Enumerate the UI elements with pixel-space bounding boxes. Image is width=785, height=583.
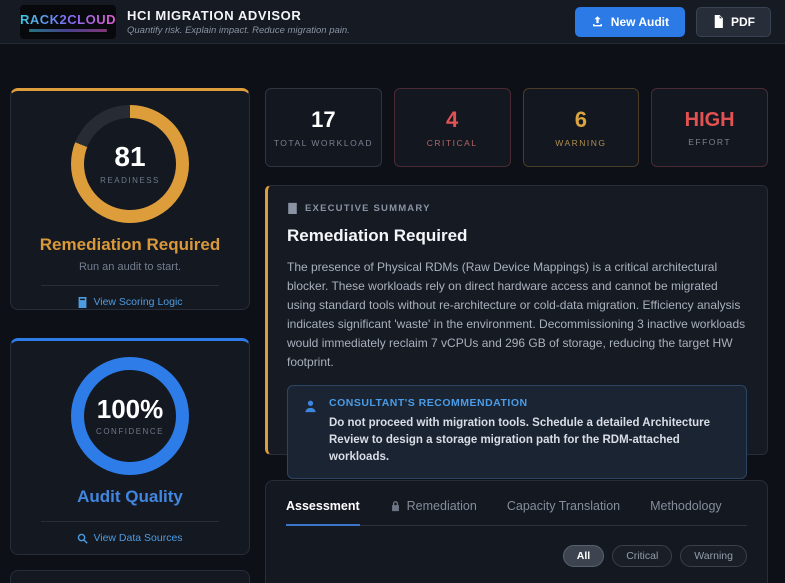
- stat-value-critical: 4: [446, 107, 459, 132]
- title-block: HCI MIGRATION ADVISOR Quantify risk. Exp…: [127, 8, 350, 36]
- new-audit-button[interactable]: New Audit: [574, 6, 685, 37]
- readiness-score: 81: [114, 141, 146, 172]
- confidence-score-label: CONFIDENCE: [96, 427, 164, 436]
- readiness-hint: Run an audit to start.: [78, 261, 182, 273]
- search-icon: [77, 533, 89, 544]
- executive-summary-card: EXECUTIVE SUMMARY Remediation Required T…: [265, 185, 768, 480]
- view-data-sources-label: View Data Sources: [93, 532, 183, 544]
- pdf-button[interactable]: PDF: [696, 6, 771, 37]
- stat-label-total: TOTAL WORKLOAD: [273, 138, 373, 148]
- summary-title: Remediation Required: [287, 226, 468, 245]
- consultant-icon: [303, 399, 318, 414]
- readiness-status: Remediation Required: [39, 235, 221, 254]
- stat-label-effort: EFFORT: [688, 137, 732, 147]
- readiness-card: 81 READINESS Remediation Required Run an…: [10, 88, 250, 310]
- readiness-gauge: 81 READINESS: [71, 105, 189, 223]
- stat-value-total: 17: [311, 107, 336, 132]
- tab-bar: Assessment Remediation Capacity Translat…: [286, 499, 747, 526]
- stat-card-effort: HIGH EFFORT: [651, 88, 768, 167]
- app-root: RACK2CLOUD HCI MIGRATION ADVISOR Quantif…: [0, 0, 785, 583]
- audit-quality-status: Audit Quality: [77, 487, 183, 506]
- new-audit-label: New Audit: [610, 14, 669, 29]
- confidence-gauge: 100% CONFIDENCE: [71, 357, 189, 475]
- brand-logo-tagline: [29, 28, 107, 32]
- filter-all[interactable]: All: [562, 545, 605, 567]
- upload-icon: [591, 15, 604, 28]
- page-title: HCI MIGRATION ADVISOR: [127, 7, 302, 23]
- calculator-icon: [77, 296, 88, 308]
- readiness-gauge-center: 81 READINESS: [84, 118, 176, 210]
- executive-summary-label: EXECUTIVE SUMMARY: [305, 202, 431, 214]
- brand-logo-text: RACK2CLOUD: [20, 11, 116, 27]
- stat-value-effort: HIGH: [684, 109, 735, 131]
- pdf-label: PDF: [731, 14, 755, 29]
- lock-icon: [390, 500, 401, 512]
- main-column: 17 TOTAL WORKLOAD 4 CRITICAL 6 WARNING H…: [265, 88, 768, 583]
- recommendation-body: Do not proceed with migration tools. Sch…: [329, 416, 711, 464]
- severity-filters: All Critical Warning: [286, 545, 747, 567]
- main-content: 81 READINESS Remediation Required Run an…: [0, 44, 785, 583]
- summary-body: The presence of Physical RDMs (Raw Devic…: [287, 260, 746, 369]
- stats-row: 17 TOTAL WORKLOAD 4 CRITICAL 6 WARNING H…: [265, 88, 768, 167]
- next-card-partial: [10, 570, 250, 583]
- stat-label-warning: WARNING: [555, 138, 607, 148]
- executive-summary-eyebrow: EXECUTIVE SUMMARY: [287, 202, 748, 214]
- consultant-recommendation-content: CONSULTANT'S RECOMMENDATION Do not proce…: [329, 397, 731, 467]
- filter-warning[interactable]: Warning: [680, 545, 747, 567]
- stat-value-warning: 6: [574, 107, 587, 132]
- confidence-score: 100%: [96, 394, 164, 424]
- page-subtitle: Quantify risk. Explain impact. Reduce mi…: [127, 24, 350, 36]
- tab-remediation-label: Remediation: [406, 499, 477, 513]
- tab-methodology-label: Methodology: [650, 499, 722, 513]
- stat-card-critical: 4 CRITICAL: [393, 88, 511, 167]
- divider: [41, 521, 219, 522]
- view-scoring-logic-label: View Scoring Logic: [93, 296, 183, 308]
- pdf-icon: [712, 15, 724, 28]
- tab-methodology[interactable]: Methodology: [650, 499, 722, 526]
- detail-tabs-card: Assessment Remediation Capacity Translat…: [265, 480, 768, 583]
- app-header: RACK2CLOUD HCI MIGRATION ADVISOR Quantif…: [0, 0, 785, 44]
- audit-quality-card: 100% CONFIDENCE Audit Quality View Data …: [10, 338, 250, 555]
- filter-critical[interactable]: Critical: [612, 545, 673, 567]
- sidebar: 81 READINESS Remediation Required Run an…: [10, 88, 250, 583]
- stat-card-total-workload: 17 TOTAL WORKLOAD: [265, 88, 382, 167]
- divider: [41, 285, 219, 286]
- clipboard-icon: [287, 202, 298, 214]
- tab-capacity-translation-label: Capacity Translation: [506, 499, 621, 513]
- stat-label-critical: CRITICAL: [426, 138, 478, 148]
- tab-assessment[interactable]: Assessment: [286, 499, 360, 526]
- tab-remediation[interactable]: Remediation: [390, 499, 477, 526]
- readiness-score-label: READINESS: [100, 176, 160, 185]
- tab-assessment-label: Assessment: [286, 499, 360, 513]
- confidence-gauge-center: 100% CONFIDENCE: [84, 370, 176, 462]
- tab-capacity-translation[interactable]: Capacity Translation: [507, 499, 620, 526]
- stat-card-warning: 6 WARNING: [522, 88, 640, 167]
- view-data-sources-link[interactable]: View Data Sources: [77, 532, 183, 544]
- recommendation-title: CONSULTANT'S RECOMMENDATION: [329, 396, 528, 409]
- brand-logo: RACK2CLOUD: [20, 4, 116, 39]
- view-scoring-logic-link[interactable]: View Scoring Logic: [77, 296, 183, 308]
- consultant-recommendation-box: CONSULTANT'S RECOMMENDATION Do not proce…: [287, 384, 747, 480]
